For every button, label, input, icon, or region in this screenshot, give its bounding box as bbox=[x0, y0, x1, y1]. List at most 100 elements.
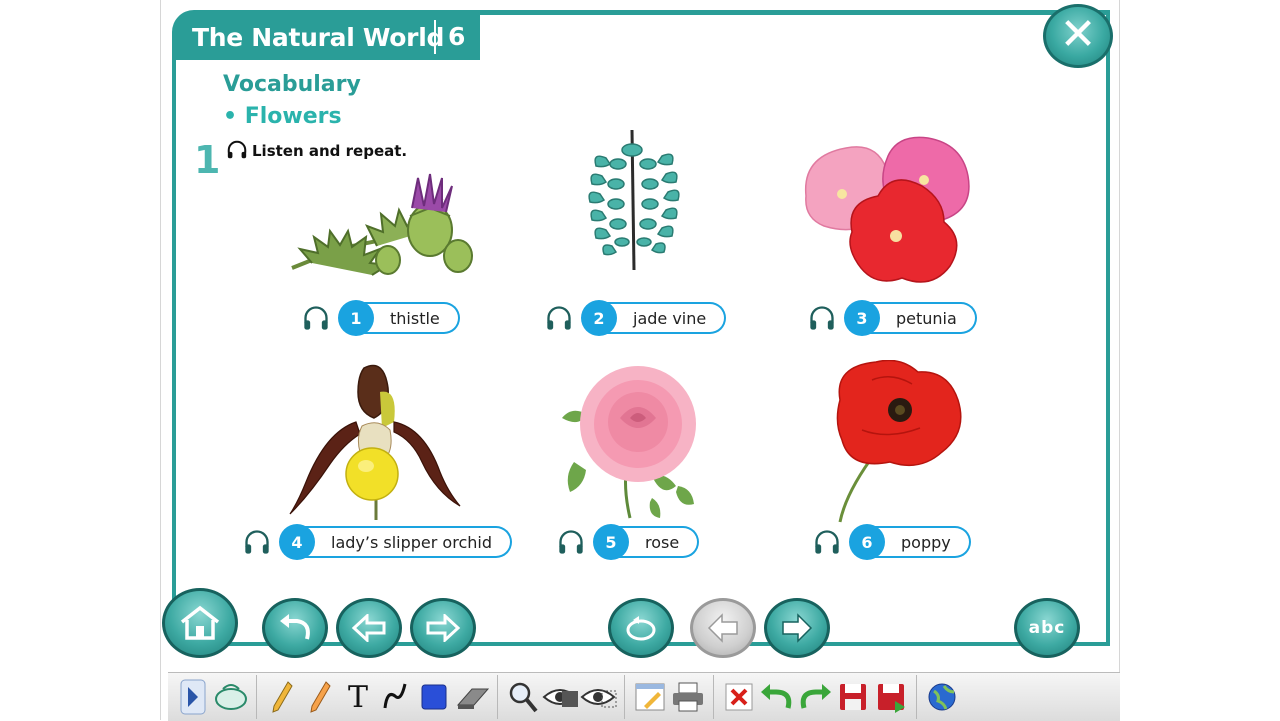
page-back-button[interactable] bbox=[690, 598, 756, 658]
unit-header: The Natural World 6 bbox=[172, 14, 480, 60]
zoom-tool[interactable] bbox=[504, 677, 542, 717]
item-6: 6 poppy bbox=[813, 524, 971, 560]
toolbar-group-select bbox=[168, 675, 257, 719]
close-button[interactable]: ✕ bbox=[1043, 4, 1113, 68]
exercise-instruction: Listen and repeat. bbox=[252, 142, 408, 160]
rose-image bbox=[562, 366, 696, 519]
redo-button[interactable] bbox=[796, 677, 834, 717]
undo-icon bbox=[761, 684, 792, 709]
item-number[interactable]: 6 bbox=[849, 524, 885, 560]
arrow-left-icon bbox=[707, 613, 738, 643]
item-number[interactable]: 1 bbox=[338, 300, 374, 336]
close-icon: ✕ bbox=[1059, 9, 1097, 60]
toolbar-group-notes bbox=[625, 675, 714, 719]
floppy-disk-arrow-icon bbox=[878, 684, 905, 713]
item-word[interactable]: rose bbox=[619, 526, 700, 558]
mouse-tool[interactable] bbox=[212, 677, 250, 717]
item-number[interactable]: 5 bbox=[593, 524, 629, 560]
poppy-image bbox=[836, 360, 962, 523]
print-button[interactable] bbox=[669, 677, 707, 717]
save-as-button[interactable] bbox=[872, 677, 910, 717]
undo-button[interactable] bbox=[758, 677, 796, 717]
replay-icon bbox=[626, 616, 656, 641]
item-number[interactable]: 3 bbox=[844, 300, 880, 336]
item-word[interactable]: poppy bbox=[875, 526, 971, 558]
reveal-tool[interactable] bbox=[542, 677, 580, 717]
shape-tool[interactable] bbox=[415, 677, 453, 717]
delete-x-icon bbox=[725, 683, 753, 711]
home-button[interactable] bbox=[162, 588, 238, 658]
freehand-line-icon bbox=[383, 683, 407, 709]
notepad-icon bbox=[635, 683, 665, 711]
arrow-left-icon bbox=[351, 614, 386, 642]
web-button[interactable] bbox=[923, 677, 961, 717]
headphones-icon[interactable] bbox=[813, 528, 841, 556]
unit-number: 6 bbox=[448, 22, 466, 51]
printer-icon bbox=[673, 682, 703, 712]
item-5: 5 rose bbox=[557, 524, 700, 560]
toolbar-group-edit bbox=[714, 675, 917, 719]
toolbar-group-web bbox=[917, 675, 967, 719]
magnifier-icon bbox=[509, 682, 538, 713]
unit-title: The Natural World bbox=[192, 22, 445, 52]
jade-vine-image bbox=[588, 130, 680, 270]
replay-button[interactable] bbox=[608, 598, 674, 658]
petunia-image bbox=[804, 136, 970, 283]
text-tool[interactable]: T bbox=[339, 677, 377, 717]
eye-reveal-icon bbox=[542, 689, 578, 707]
item-4: 4 lady’s slipper orchid bbox=[243, 524, 512, 560]
thistle-image bbox=[291, 173, 473, 276]
item-word[interactable]: lady’s slipper orchid bbox=[305, 526, 512, 558]
floppy-disk-icon bbox=[840, 684, 866, 710]
clear-button[interactable] bbox=[720, 677, 758, 717]
toolbar-group-draw: T bbox=[257, 675, 498, 719]
headphones-icon[interactable] bbox=[226, 139, 248, 161]
pencil-tool[interactable] bbox=[263, 677, 301, 717]
item-2: 2 jade vine bbox=[545, 300, 727, 336]
blue-square-icon bbox=[421, 684, 447, 710]
section-subtitle: • Flowers bbox=[223, 104, 342, 129]
next-button[interactable] bbox=[410, 598, 476, 658]
headphones-icon[interactable] bbox=[545, 304, 573, 332]
item-word[interactable]: thistle bbox=[364, 302, 460, 334]
section-title: Vocabulary bbox=[223, 72, 361, 97]
cursor-arrow-icon bbox=[180, 679, 206, 715]
headphones-icon[interactable] bbox=[243, 528, 271, 556]
ladys-slipper-orchid-image bbox=[289, 364, 461, 520]
headphones-icon[interactable] bbox=[557, 528, 585, 556]
undo-arrow-icon bbox=[280, 614, 310, 640]
item-number[interactable]: 2 bbox=[581, 300, 617, 336]
eraser-tool[interactable] bbox=[453, 677, 491, 717]
globe-icon bbox=[928, 683, 956, 711]
home-icon bbox=[180, 605, 220, 640]
eraser-icon bbox=[456, 688, 490, 709]
spelling-icon: abc bbox=[1028, 618, 1066, 638]
item-number[interactable]: 4 bbox=[279, 524, 315, 560]
notes-tool[interactable] bbox=[631, 677, 669, 717]
save-button[interactable] bbox=[834, 677, 872, 717]
arrow-right-icon bbox=[426, 614, 461, 642]
exercise-number: 1 bbox=[194, 138, 221, 182]
previous-button[interactable] bbox=[336, 598, 402, 658]
item-word[interactable]: jade vine bbox=[607, 302, 727, 334]
item-word[interactable]: petunia bbox=[870, 302, 977, 334]
undo-nav-button[interactable] bbox=[262, 598, 328, 658]
item-1: 1 thistle bbox=[302, 300, 460, 336]
bottom-toolbar: T bbox=[168, 672, 1120, 721]
mask-tool[interactable] bbox=[580, 677, 618, 717]
text-tool-icon: T bbox=[347, 679, 368, 715]
pencil-icon bbox=[272, 681, 293, 713]
highlighter-tool[interactable] bbox=[301, 677, 339, 717]
spelling-button[interactable]: abc bbox=[1014, 598, 1080, 658]
page-forward-button[interactable] bbox=[764, 598, 830, 658]
item-3: 3 petunia bbox=[808, 300, 977, 336]
select-arrow-tool[interactable] bbox=[174, 677, 212, 717]
redo-icon bbox=[800, 684, 831, 709]
eye-mask-icon bbox=[580, 689, 617, 708]
toolbar-group-view bbox=[498, 675, 625, 719]
headphones-icon[interactable] bbox=[302, 304, 330, 332]
highlighter-icon bbox=[310, 681, 331, 713]
freehand-tool[interactable] bbox=[377, 677, 415, 717]
headphones-icon[interactable] bbox=[808, 304, 836, 332]
mouse-icon bbox=[215, 684, 247, 710]
